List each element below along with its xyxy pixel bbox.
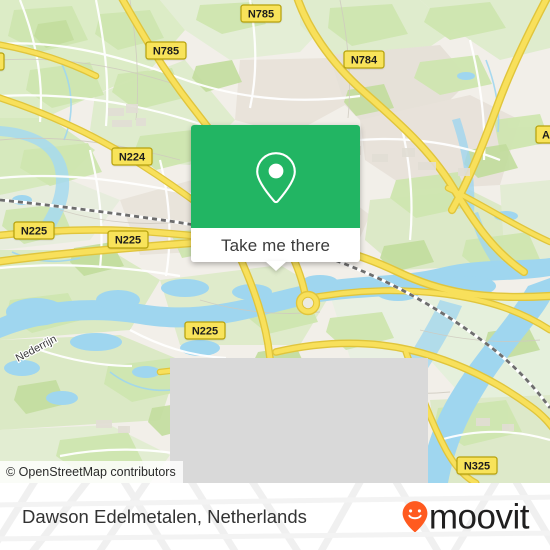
moovit-logo[interactable]: moovit xyxy=(402,497,530,536)
svg-text:N225: N225 xyxy=(115,235,141,247)
svg-text:N785: N785 xyxy=(153,46,179,58)
take-me-there-card[interactable]: Take me there xyxy=(191,125,360,271)
moovit-place-card: N785 N785 N784 N224 N225 N225 N225 N325 … xyxy=(0,0,550,550)
svg-text:N224: N224 xyxy=(119,152,146,164)
take-me-there-label: Take me there xyxy=(220,235,331,255)
map-view[interactable]: N785 N785 N784 N224 N225 N225 N225 N325 … xyxy=(0,0,550,483)
poi-card-action[interactable]: Take me there xyxy=(191,228,360,262)
svg-text:N785: N785 xyxy=(248,9,274,21)
poi-card-pointer xyxy=(264,261,287,271)
place-title: Dawson Edelmetalen, Netherlands xyxy=(22,505,307,527)
poi-card-icon-area xyxy=(191,125,360,228)
svg-text:N325: N325 xyxy=(464,461,490,473)
map-attribution-text: © OpenStreetMap contributors xyxy=(6,464,176,479)
footer-bar: Dawson Edelmetalen, Netherlands moovit xyxy=(0,483,550,550)
moovit-smiley-pin-icon xyxy=(402,501,428,532)
svg-text:N225: N225 xyxy=(192,326,218,338)
svg-text:A1: A1 xyxy=(542,130,550,142)
svg-text:N784: N784 xyxy=(351,55,378,67)
svg-text:N225: N225 xyxy=(21,226,47,238)
map-attribution[interactable]: © OpenStreetMap contributors xyxy=(0,461,183,483)
moovit-wordmark: moovit xyxy=(428,497,530,536)
map-tile-placeholder xyxy=(170,358,428,483)
map-pin-icon xyxy=(255,152,296,204)
